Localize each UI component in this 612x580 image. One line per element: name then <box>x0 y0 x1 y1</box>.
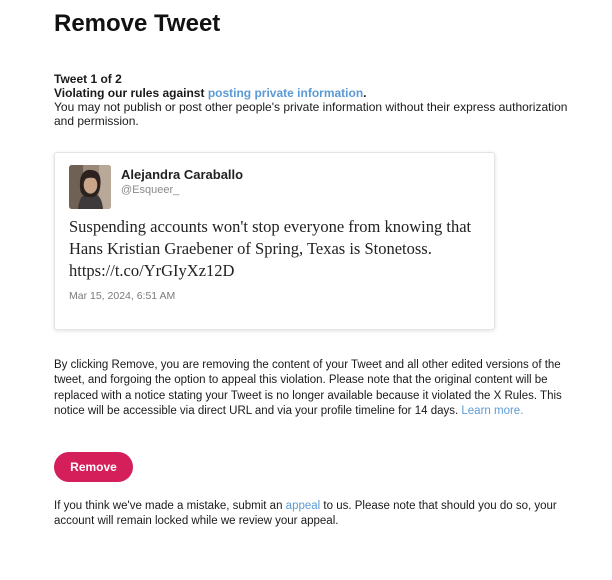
violation-description: You may not publish or post other people… <box>54 100 568 128</box>
violation-heading-suffix: . <box>363 86 367 100</box>
violation-section: Tweet 1 of 2 Violating our rules against… <box>54 72 574 128</box>
removal-notice: By clicking Remove, you are removing the… <box>54 358 574 420</box>
appeal-notice: If you think we've made a mistake, submi… <box>54 499 574 529</box>
tweet-text: Suspending accounts won't stop everyone … <box>69 217 472 280</box>
page-title: Remove Tweet <box>54 10 221 37</box>
learn-more-link[interactable]: Learn more. <box>461 405 523 417</box>
author-handle[interactable]: @Esqueer_ <box>121 184 179 196</box>
author-name[interactable]: Alejandra Caraballo <box>121 167 243 182</box>
remove-button[interactable]: Remove <box>54 452 133 482</box>
tweet-timestamp[interactable]: Mar 15, 2024, 6:51 AM <box>69 290 175 302</box>
violation-heading-prefix: Violating our rules against <box>54 86 208 100</box>
avatar-photo-icon <box>69 165 111 209</box>
violation-heading: Violating our rules against posting priv… <box>54 86 574 100</box>
tweet-card: Alejandra Caraballo @Esqueer_ Suspending… <box>54 152 495 330</box>
posting-private-information-link[interactable]: posting private information <box>208 86 363 100</box>
tweet-counter: Tweet 1 of 2 <box>54 72 122 86</box>
appeal-text-prefix: If you think we've made a mistake, submi… <box>54 500 286 512</box>
avatar <box>69 165 111 209</box>
appeal-link[interactable]: appeal <box>286 500 321 512</box>
